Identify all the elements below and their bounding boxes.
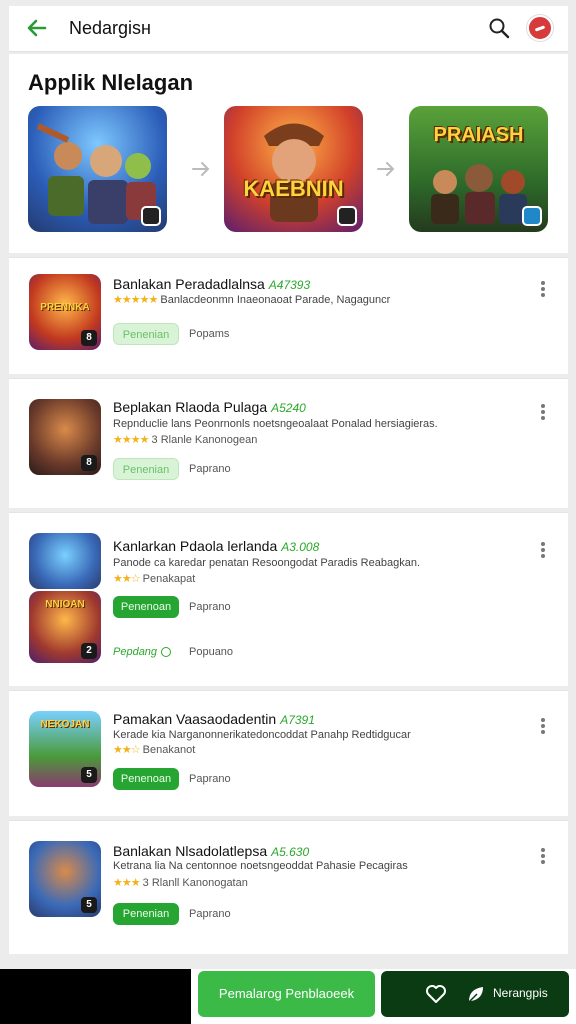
details-link[interactable]: Paprano [189, 773, 231, 785]
game-art-title: KAEBNIN [243, 176, 344, 201]
app-price: A5240 [271, 401, 306, 415]
app-icon[interactable]: NNIOAN 2 [29, 591, 101, 663]
recommend-link[interactable]: Pepdang [113, 646, 172, 658]
platform-badge-icon [337, 206, 357, 226]
app-list-item[interactable]: NEKOJAN 5 Pamakan Vaasaodadentin A7391 Ke… [9, 690, 568, 816]
app-list-item[interactable]: 8 Beplakan Rlaoda Pulaga A5240 Repnduclie… [9, 378, 568, 508]
more-options-icon[interactable] [540, 847, 546, 865]
secondary-action-label: Nerangpis [493, 986, 548, 1000]
app-description: Ketrana lia Na centonnoe noetsngeoddat P… [113, 860, 408, 872]
platform-badge-icon [522, 206, 542, 226]
rating-stars: ★★☆ [113, 573, 141, 585]
bottom-action-bar: Pemalarog Penblaoeek Nerangpis [0, 969, 576, 1024]
app-icon-secondary[interactable] [29, 533, 101, 589]
section-heading: Applik Nlelagan [28, 70, 194, 95]
app-title[interactable]: Banlakan Nlsadolatlepsa A5.630 [113, 843, 309, 859]
app-price: A3.008 [281, 540, 320, 554]
game-art-title: PRAIASH [433, 124, 524, 146]
chevron-right-icon [377, 162, 395, 176]
more-options-icon[interactable] [540, 717, 546, 735]
platform-badge-icon [141, 206, 161, 226]
bottom-bar-blank-area [0, 969, 191, 1024]
app-description: Panode ca karedar penatan Resoongodat Pa… [113, 557, 421, 569]
app-icon[interactable]: 8 [29, 399, 101, 475]
heart-icon[interactable] [425, 984, 447, 1004]
rating-stars: ★★★ [113, 877, 141, 889]
details-link[interactable]: Paprano [189, 601, 231, 613]
app-price: A5.630 [271, 845, 310, 859]
app-list-item[interactable]: PRENNKA 8 Banlakan Peradadlalnsa A47393 ★… [9, 257, 568, 374]
featured-game-art-3[interactable]: PRAIASH [409, 106, 548, 232]
search-icon[interactable] [487, 16, 511, 40]
app-icon-title: NEKOJAN [40, 719, 90, 730]
app-title[interactable]: Pamakan Vaasaodadentin A7391 [113, 711, 315, 727]
app-title[interactable]: Banlakan Peradadlalnsa A47393 [113, 276, 310, 292]
app-icon-badge: 5 [81, 767, 97, 783]
app-rating: ★★☆ Benakanot [113, 744, 196, 756]
app-icon[interactable]: PRENNKA 8 [29, 274, 101, 350]
more-options-icon[interactable] [540, 280, 546, 298]
app-icon-title: NNIOAN [45, 599, 85, 610]
featured-section: Applik Nlelagan KAEBNIN PRAIASH [9, 54, 568, 253]
app-rating: ★★★ 3 Rlanll Kanonogatan [113, 877, 248, 889]
app-icon-badge: 8 [81, 455, 97, 471]
primary-action-button[interactable]: Pemalarog Penblaoeek [198, 971, 375, 1017]
install-button[interactable]: Penenoan [113, 596, 179, 618]
more-options-icon[interactable] [540, 403, 546, 421]
avatar[interactable] [527, 15, 553, 41]
app-description: ★★★★★ Banlacdeonmn Inaeonaoat Parade, Na… [113, 294, 391, 306]
top-app-bar: Nedargisн [9, 6, 568, 52]
app-title[interactable]: Kanlarkan Pdaola lerlanda A3.008 [113, 538, 319, 554]
app-icon-badge: 2 [81, 643, 97, 659]
details-link-secondary[interactable]: Popuano [189, 646, 233, 658]
app-icon-badge: 8 [81, 330, 97, 346]
featured-game-art-1[interactable] [28, 106, 167, 232]
rating-stars: ★★★★ [113, 434, 149, 446]
rating-stars: ★★★★★ [113, 294, 158, 306]
app-rating: ★★★★ 3 Rlanle Kanonogean [113, 434, 258, 446]
details-link[interactable]: Paprano [189, 908, 231, 920]
featured-game-art-2[interactable]: KAEBNIN [224, 106, 363, 232]
app-list-item[interactable]: NNIOAN 2 Kanlarkan Pdaola lerlanda A3.008… [9, 512, 568, 686]
page-title: Nedargisн [69, 18, 151, 38]
details-link[interactable]: Paprano [189, 463, 231, 475]
app-list-item[interactable]: 5 Banlakan Nlsadolatlepsa A5.630 Ketrana … [9, 820, 568, 954]
refresh-icon [161, 647, 172, 658]
details-link[interactable]: Popams [189, 328, 229, 340]
install-button[interactable]: Penenian [113, 323, 179, 345]
rating-stars: ★★☆ [113, 744, 141, 756]
app-title[interactable]: Beplakan Rlaoda Pulaga A5240 [113, 399, 306, 415]
back-arrow-icon[interactable] [25, 16, 49, 40]
app-rating: ★★☆ Penakapat [113, 573, 196, 585]
app-description: Repnduclie lans Peonrnonls noetsngeoalaa… [113, 418, 438, 430]
app-price: A47393 [268, 278, 311, 292]
chevron-right-icon [192, 162, 210, 176]
install-button[interactable]: Penenian [113, 458, 179, 480]
more-options-icon[interactable] [540, 541, 546, 559]
app-description: Kerade kia Narganonnerikatedoncoddat Pan… [113, 729, 411, 741]
leaf-icon [467, 987, 483, 1004]
secondary-action-button[interactable]: Nerangpis [381, 971, 569, 1017]
app-price: A7391 [280, 713, 315, 727]
app-icon[interactable]: NEKOJAN 5 [29, 711, 101, 787]
install-button[interactable]: Penenoan [113, 768, 179, 790]
app-icon-badge: 5 [81, 897, 97, 913]
install-button[interactable]: Penenian [113, 903, 179, 925]
app-icon-title: PRENNKA [40, 302, 90, 313]
app-icon[interactable]: 5 [29, 841, 101, 917]
